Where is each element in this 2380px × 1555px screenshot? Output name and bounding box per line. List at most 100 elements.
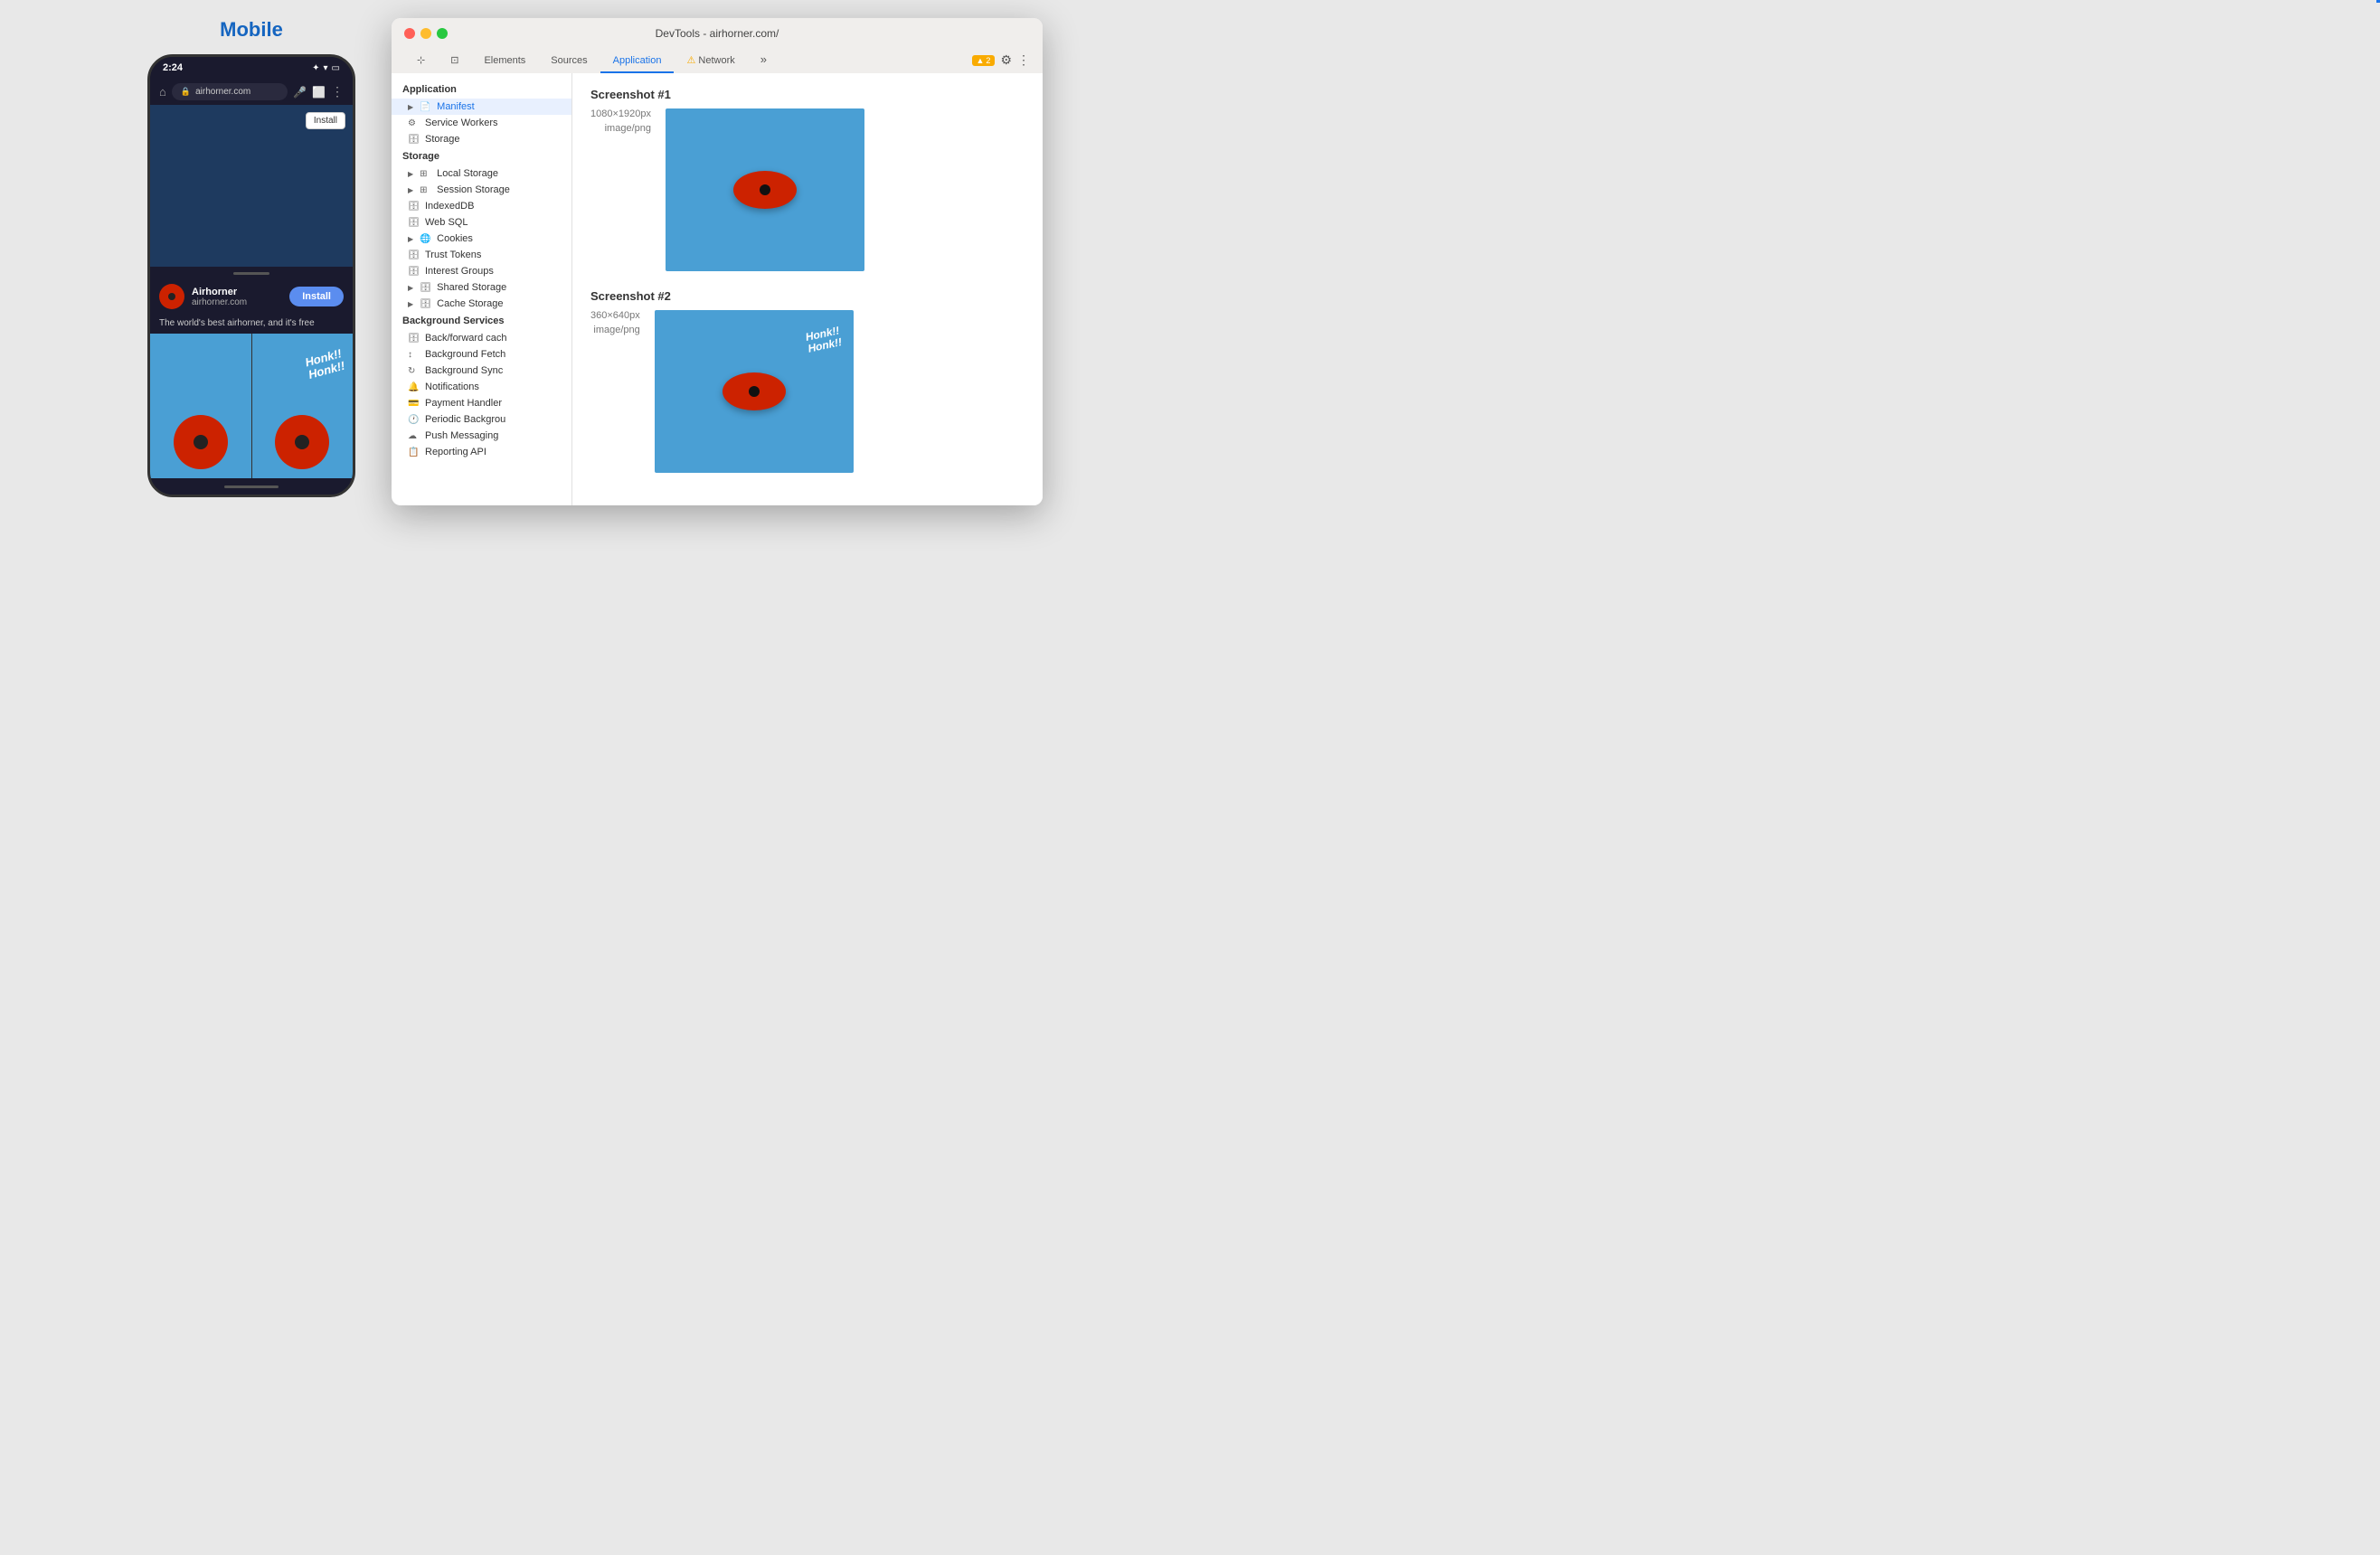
app-domain: airhorner.com [192,297,282,307]
devtools-main: Screenshot #1 1080×1920px image/png [572,73,1043,505]
expand-arrow-local: ▶ [408,170,413,178]
phone-device: 2:24 ✦ ▾ ▭ ⌂ 🔒 airhorner.com 🎤 ⬜ ⋮ Insta… [147,54,355,497]
app-icon-dot [168,293,175,300]
expand-arrow-cache: ▶ [408,300,413,308]
tab-elements[interactable]: Elements [471,50,538,73]
url-box[interactable]: 🔒 airhorner.com [172,83,288,100]
sidebar-label-payment: Payment Handler [425,398,502,409]
lock-icon: 🔒 [181,87,191,97]
install-prompt: Airhorner airhorner.com Install [150,278,353,315]
sidebar-item-local-storage[interactable]: ▶ ⊞ Local Storage [392,165,571,182]
window-maximize-button[interactable] [437,28,448,39]
responsive-icon: ⊡ [450,55,458,66]
sidebar-item-indexeddb[interactable]: 🗄 IndexedDB [392,198,571,214]
window-controls [404,28,448,39]
warning-icon: ▲ [977,56,985,65]
sidebar-item-back-forward[interactable]: 🗄 Back/forward cach [392,330,571,346]
devtools-sidebar: Application ▶ 📄 Manifest ⚙ Service Worke… [392,73,572,505]
tab-cursor-icon[interactable]: ⊹ [404,49,438,73]
sidebar-label-cookies: Cookies [437,233,473,244]
tab-network[interactable]: ⚠ Network [674,49,747,73]
settings-icon[interactable]: ⚙ [1000,52,1012,68]
sidebar-item-bg-fetch[interactable]: ↕ Background Fetch [392,346,571,363]
sidebar-item-interest-groups[interactable]: 🗄 Interest Groups [392,263,571,279]
tab-icon: ⬜ [312,86,326,99]
sidebar-item-service-workers[interactable]: ⚙ Service Workers [392,115,571,131]
install-button-prompt[interactable]: Install [289,287,344,306]
devtools-body: Application ▶ 📄 Manifest ⚙ Service Worke… [392,73,1043,505]
sidebar-label-storage: Storage [425,134,460,145]
devtools-titlebar: DevTools - airhorner.com/ ⊹ ⊡ Elements S… [392,18,1043,73]
warning-badge[interactable]: ▲ 2 [972,55,996,66]
app-icon [159,284,184,309]
sidebar-label-local-storage: Local Storage [437,168,498,179]
sidebar-label-periodic: Periodic Backgrou [425,414,505,425]
sidebar-item-notifications[interactable]: 🔔 Notifications [392,379,571,395]
mic-icon: 🎤 [293,86,307,99]
screenshot-section-1: Screenshot #1 1080×1920px image/png [590,88,1025,271]
devtools-tabs: ⊹ ⊡ Elements Sources Application ⚠ Netwo… [404,47,1030,73]
bg-sync-icon: ↻ [408,366,420,376]
sidebar-label-bg-fetch: Background Fetch [425,349,505,360]
app-name: Airhorner [192,287,282,297]
local-storage-icon: ⊞ [420,169,432,179]
sidebar-item-push[interactable]: ☁ Push Messaging [392,428,571,444]
honk-text-screenshot-2: Honk!! Honk!! [804,325,843,355]
sidebar-item-trust-tokens[interactable]: 🗄 Trust Tokens [392,247,571,263]
home-indicator [224,485,279,488]
sidebar-item-periodic[interactable]: 🕐 Periodic Backgrou [392,411,571,428]
screenshot-1-meta: 1080×1920px image/png [590,108,651,134]
reporting-icon: 📋 [408,448,420,457]
sidebar-item-manifest[interactable]: ▶ 📄 Manifest [392,99,571,115]
sidebar-item-storage[interactable]: 🗄 Storage [392,131,571,147]
app-tagline: The world's best airhorner, and it's fre… [150,315,353,334]
screenshot-2-meta: 360×640px image/png [590,310,640,335]
sidebar-item-reporting[interactable]: 📋 Reporting API [392,444,571,460]
tab-more[interactable]: » [748,47,779,73]
sidebar-item-web-sql[interactable]: 🗄 Web SQL [392,214,571,231]
honk-text: Honk!! Honk!! [304,347,346,382]
sidebar-label-shared-storage: Shared Storage [437,282,506,293]
warning-triangle: ⚠ [686,55,695,66]
storage-icon: 🗄 [408,135,420,145]
sidebar-label-indexeddb: IndexedDB [425,201,474,212]
tab-application[interactable]: Application [600,50,675,73]
expand-arrow-cookies: ▶ [408,235,413,243]
periodic-icon: 🕐 [408,415,420,425]
sidebar-item-cookies[interactable]: ▶ 🌐 Cookies [392,231,571,247]
tab-sources[interactable]: Sources [538,50,600,73]
sidebar-label-bg-sync: Background Sync [425,365,503,376]
install-button-top[interactable]: Install [306,112,345,129]
url-text: airhorner.com [195,87,250,97]
warning-count: 2 [986,56,990,65]
tab-network-label: Network [698,55,734,66]
sidebar-label-web-sql: Web SQL [425,217,468,228]
window-minimize-button[interactable] [420,28,431,39]
tab-actions: ▲ 2 ⚙ ⋮ [972,52,1031,73]
install-prompt-sheet: Airhorner airhorner.com Install The worl… [150,267,353,495]
drag-handle [233,272,269,275]
window-close-button[interactable] [404,28,415,39]
sidebar-item-cache-storage[interactable]: ▶ 🗄 Cache Storage [392,296,571,312]
devtools-window: DevTools - airhorner.com/ ⊹ ⊡ Elements S… [392,18,1043,505]
battery-icon: ▭ [332,63,340,73]
status-time: 2:24 [163,62,183,73]
more-options-icon[interactable]: ⋮ [1017,52,1030,68]
sidebar-label-reporting: Reporting API [425,447,486,457]
web-sql-icon: 🗄 [408,218,420,228]
tab-responsive-icon[interactable]: ⊡ [438,49,471,73]
sidebar-item-session-storage[interactable]: ▶ ⊞ Session Storage [392,182,571,198]
sidebar-label-service-workers: Service Workers [425,118,497,128]
wifi-icon: ▾ [324,63,328,73]
manifest-icon: 📄 [420,102,432,112]
sidebar-item-payment[interactable]: 💳 Payment Handler [392,395,571,411]
screenshot-2-img: Honk!! Honk!! [655,310,854,473]
status-icons: ✦ ▾ ▭ [312,63,340,73]
sidebar-label-session-storage: Session Storage [437,184,510,195]
sidebar-label-trust-tokens: Trust Tokens [425,250,481,260]
screenshot-1-img [666,108,864,271]
tab-application-label: Application [613,55,662,66]
sidebar-item-bg-sync[interactable]: ↻ Background Sync [392,363,571,379]
sidebar-item-shared-storage[interactable]: ▶ 🗄 Shared Storage [392,279,571,296]
sidebar-label-cache-storage: Cache Storage [437,298,503,309]
